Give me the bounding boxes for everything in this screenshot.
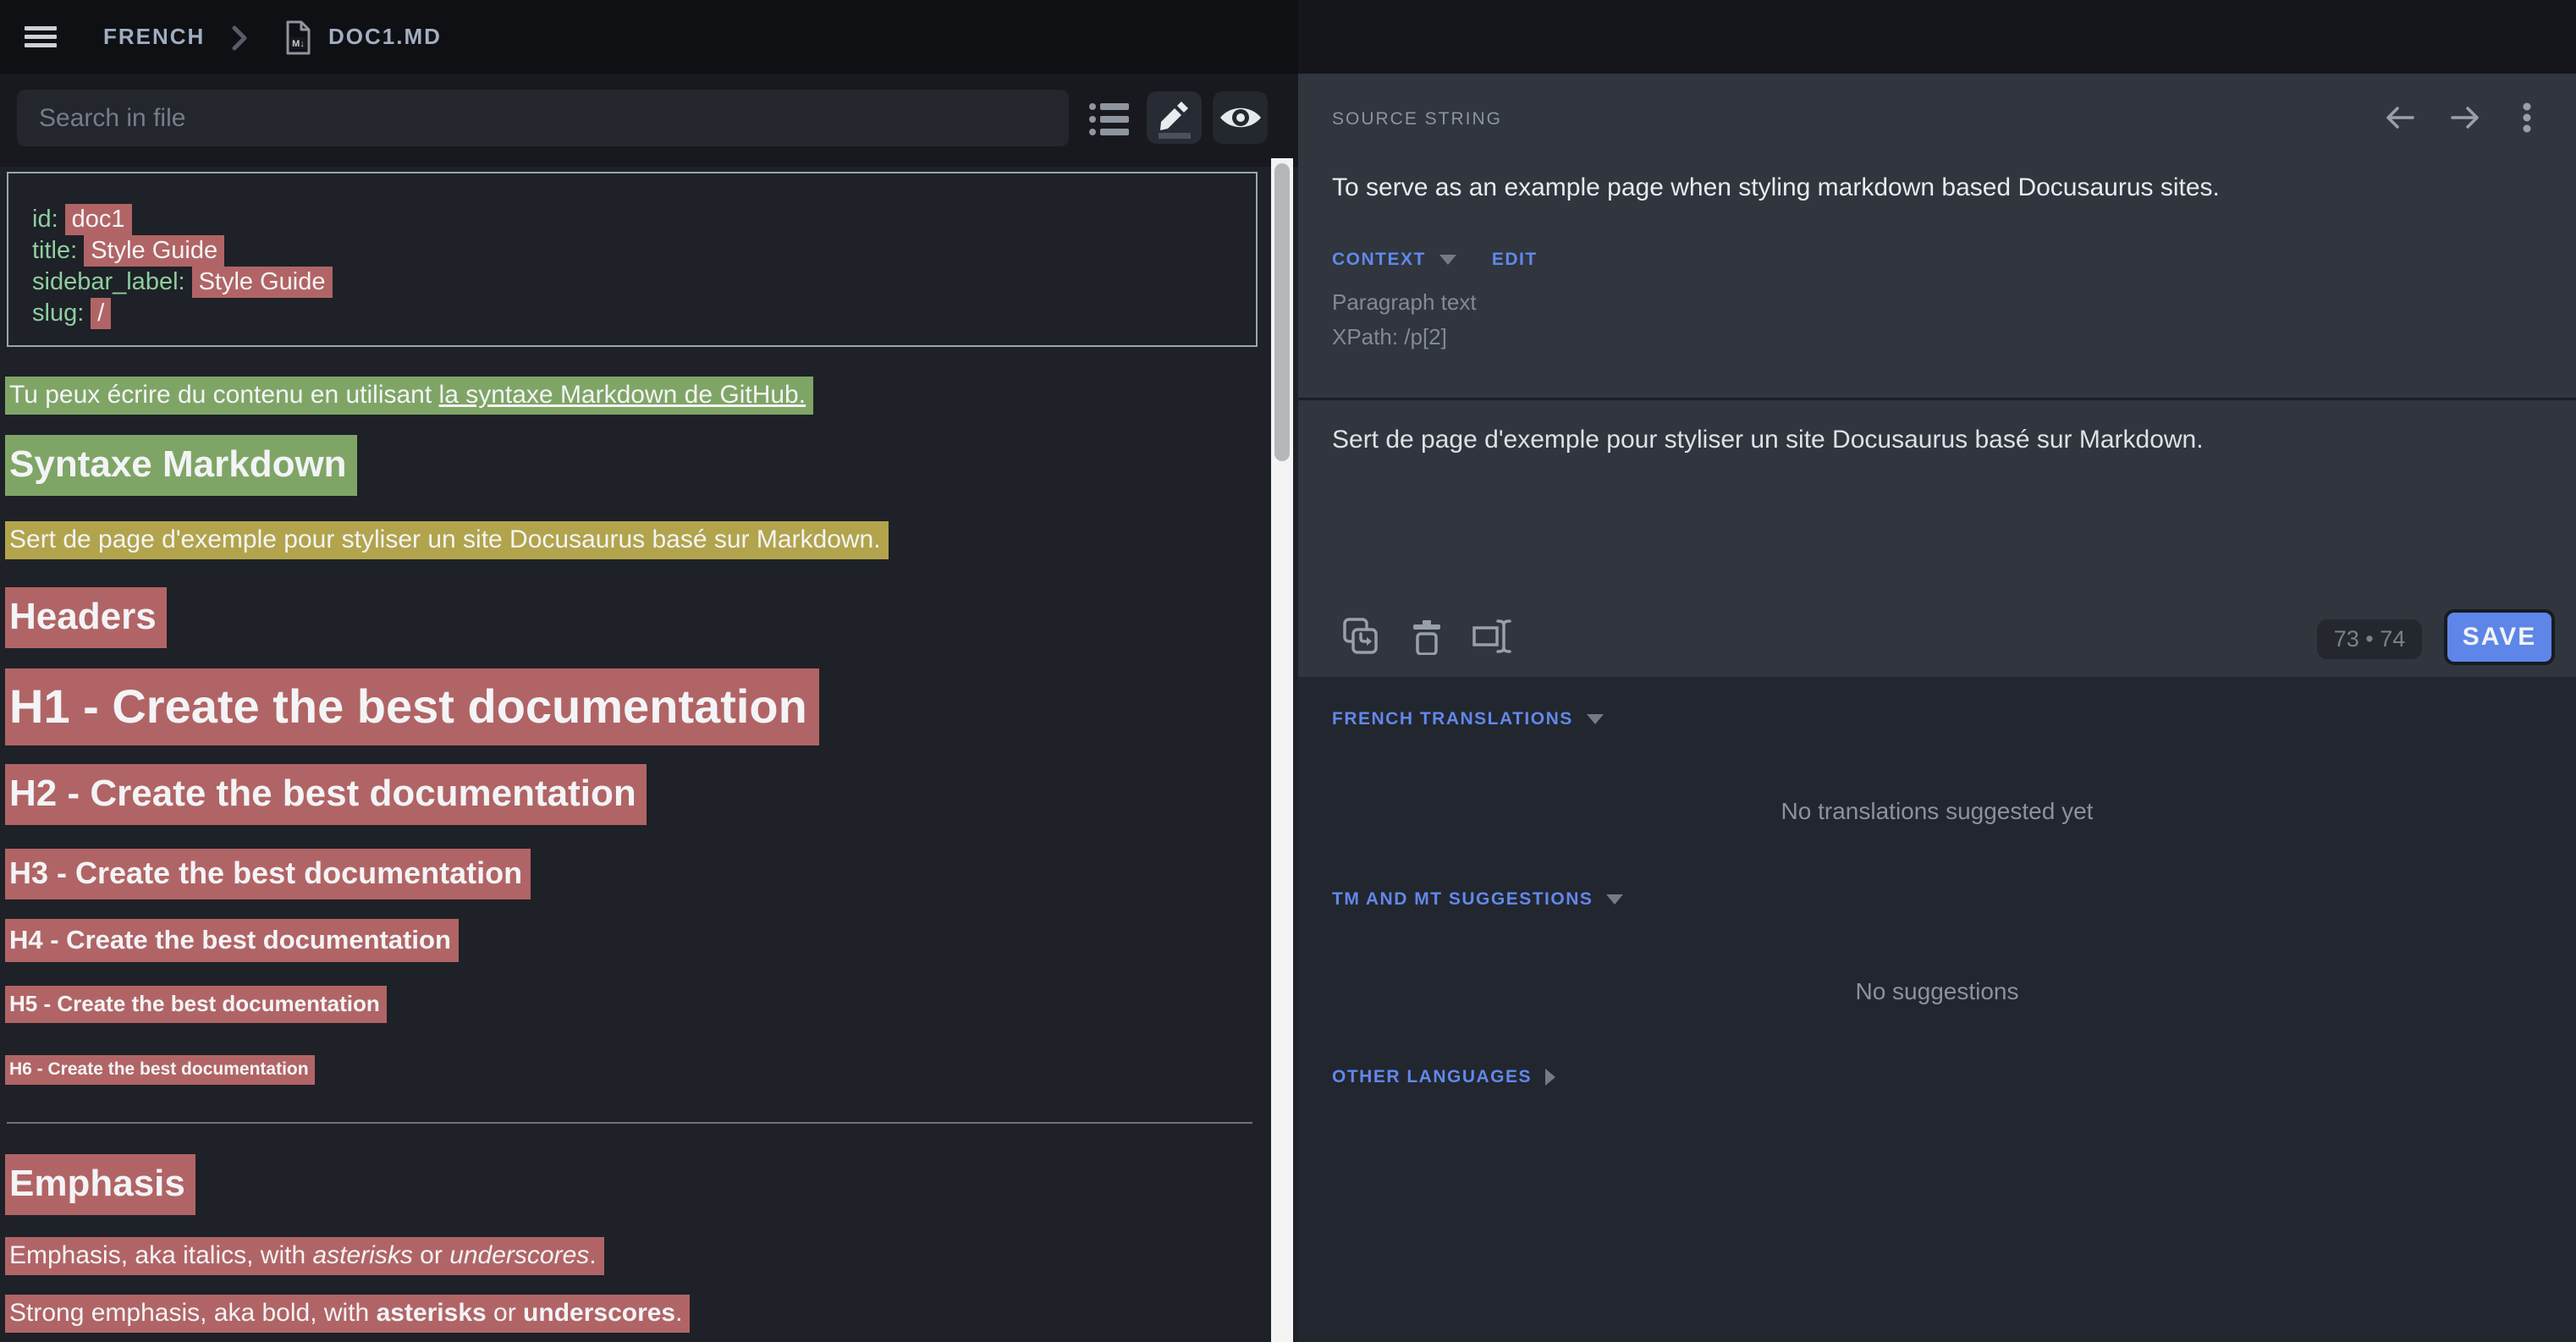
source-string-label: SOURCE STRING — [1332, 109, 1502, 129]
document-preview: id:doc1 title:Style Guide sidebar_label:… — [0, 167, 1271, 1342]
frontmatter-line[interactable]: title:Style Guide — [32, 235, 1256, 267]
translations-empty-state: No translations suggested yet — [1298, 798, 2576, 825]
frontmatter-line[interactable]: id:doc1 — [32, 204, 1256, 235]
scrollbar-thumb[interactable] — [1274, 163, 1290, 461]
string-heading-h3[interactable]: H3 - Create the best documentation — [5, 849, 531, 899]
string-emphasis-paragraph[interactable]: Emphasis, aka italics, with asterisks or… — [5, 1237, 604, 1275]
previous-string-button[interactable] — [2385, 104, 2415, 131]
translation-editor-app: { "header": { "project": "FRENCH", "file… — [0, 0, 2576, 1342]
file-preview-panel: id:doc1 title:Style Guide sidebar_label:… — [0, 74, 1298, 1342]
breadcrumb-file[interactable]: DOC1.MD — [328, 0, 442, 74]
string-highlight-untranslated: / — [91, 298, 111, 329]
copy-source-button[interactable] — [1341, 616, 1379, 655]
topbar-right-tint — [1298, 0, 2576, 74]
app-topbar: FRENCH M↓ DOC1.MD — [0, 0, 2576, 74]
french-translations-toggle[interactable]: FRENCH TRANSLATIONS — [1332, 709, 1604, 729]
text-cursor-button[interactable] — [1472, 618, 1511, 655]
triangle-right-icon — [1545, 1069, 1555, 1086]
frontmatter-line[interactable]: slug:/ — [32, 298, 1256, 329]
tm-empty-state: No suggestions — [1298, 978, 2576, 1005]
string-heading-h6[interactable]: H6 - Create the best documentation — [5, 1055, 315, 1085]
list-view-button[interactable] — [1084, 97, 1135, 141]
context-toggle[interactable]: CONTEXT — [1332, 250, 1426, 270]
string-intro-paragraph[interactable]: Tu peux écrire du contenu en utilisant l… — [5, 377, 813, 415]
horizontal-rule — [7, 1122, 1252, 1124]
string-highlight-untranslated: Style Guide — [84, 235, 224, 267]
search-input[interactable] — [17, 90, 1069, 146]
preview-mode-button[interactable] — [1213, 91, 1268, 144]
string-heading-h2[interactable]: H2 - Create the best documentation — [5, 764, 647, 825]
breadcrumb-project[interactable]: FRENCH — [103, 0, 205, 74]
markdown-badge-text: M↓ — [292, 39, 305, 49]
hamburger-menu-icon[interactable] — [25, 26, 57, 47]
triangle-down-icon — [1439, 255, 1456, 265]
pencil-edit-icon — [1153, 96, 1197, 139]
string-highlight-untranslated: doc1 — [65, 204, 132, 235]
frontmatter-block: id:doc1 title:Style Guide sidebar_label:… — [7, 172, 1258, 347]
context-row: CONTEXT EDIT — [1332, 250, 1538, 270]
string-heading-markdown[interactable]: Syntaxe Markdown — [5, 435, 357, 496]
next-string-button[interactable] — [2450, 104, 2480, 131]
string-heading-headers[interactable]: Headers — [5, 587, 167, 648]
context-xpath: XPath: /p[2] — [1332, 324, 1447, 350]
save-button[interactable]: SAVE — [2444, 609, 2555, 665]
char-count-badge: 73 • 74 — [2317, 619, 2422, 659]
github-markdown-link[interactable]: la syntaxe Markdown de GitHub. — [439, 381, 806, 409]
frontmatter-line[interactable]: sidebar_label:Style Guide — [32, 267, 1256, 298]
scrollbar-track[interactable] — [1271, 158, 1293, 1342]
edit-context-button[interactable]: EDIT — [1492, 250, 1538, 270]
other-languages-toggle[interactable]: OTHER LANGUAGES — [1332, 1067, 1555, 1087]
string-heading-h4[interactable]: H4 - Create the best documentation — [5, 919, 459, 962]
triangle-down-icon — [1587, 714, 1604, 724]
eye-preview-icon — [1219, 102, 1263, 133]
string-heading-h1[interactable]: H1 - Create the best documentation — [5, 668, 819, 745]
context-type: Paragraph text — [1332, 289, 1477, 316]
string-selected-paragraph[interactable]: Sert de page d'exemple pour styliser un … — [5, 521, 889, 559]
suggestions-area: FRENCH TRANSLATIONS No translations sugg… — [1298, 677, 2576, 1342]
string-strong-paragraph[interactable]: Strong emphasis, aka bold, with asterisk… — [5, 1295, 690, 1333]
edit-mode-button[interactable] — [1147, 91, 1202, 144]
markdown-file-icon: M↓ — [284, 20, 312, 55]
search-toolbar — [0, 74, 1298, 167]
source-text: To serve as an example page when styling… — [1332, 173, 2220, 202]
translation-input[interactable]: Sert de page d'exemple pour styliser un … — [1332, 426, 2534, 578]
tm-mt-suggestions-toggle[interactable]: TM AND MT SUGGESTIONS — [1332, 889, 1623, 910]
kebab-menu-button[interactable] — [2522, 102, 2532, 133]
string-highlight-untranslated: Style Guide — [192, 267, 333, 298]
delete-translation-button[interactable] — [1412, 619, 1442, 655]
breadcrumb-chevron-icon — [231, 25, 248, 52]
list-view-icon — [1088, 101, 1131, 138]
string-heading-h5[interactable]: H5 - Create the best documentation — [5, 986, 387, 1023]
string-heading-emphasis[interactable]: Emphasis — [5, 1154, 195, 1215]
triangle-down-icon — [1606, 894, 1623, 905]
section-divider — [1298, 398, 2576, 400]
translation-panel: SOURCE STRING To serve as an example pag… — [1298, 74, 2576, 1342]
